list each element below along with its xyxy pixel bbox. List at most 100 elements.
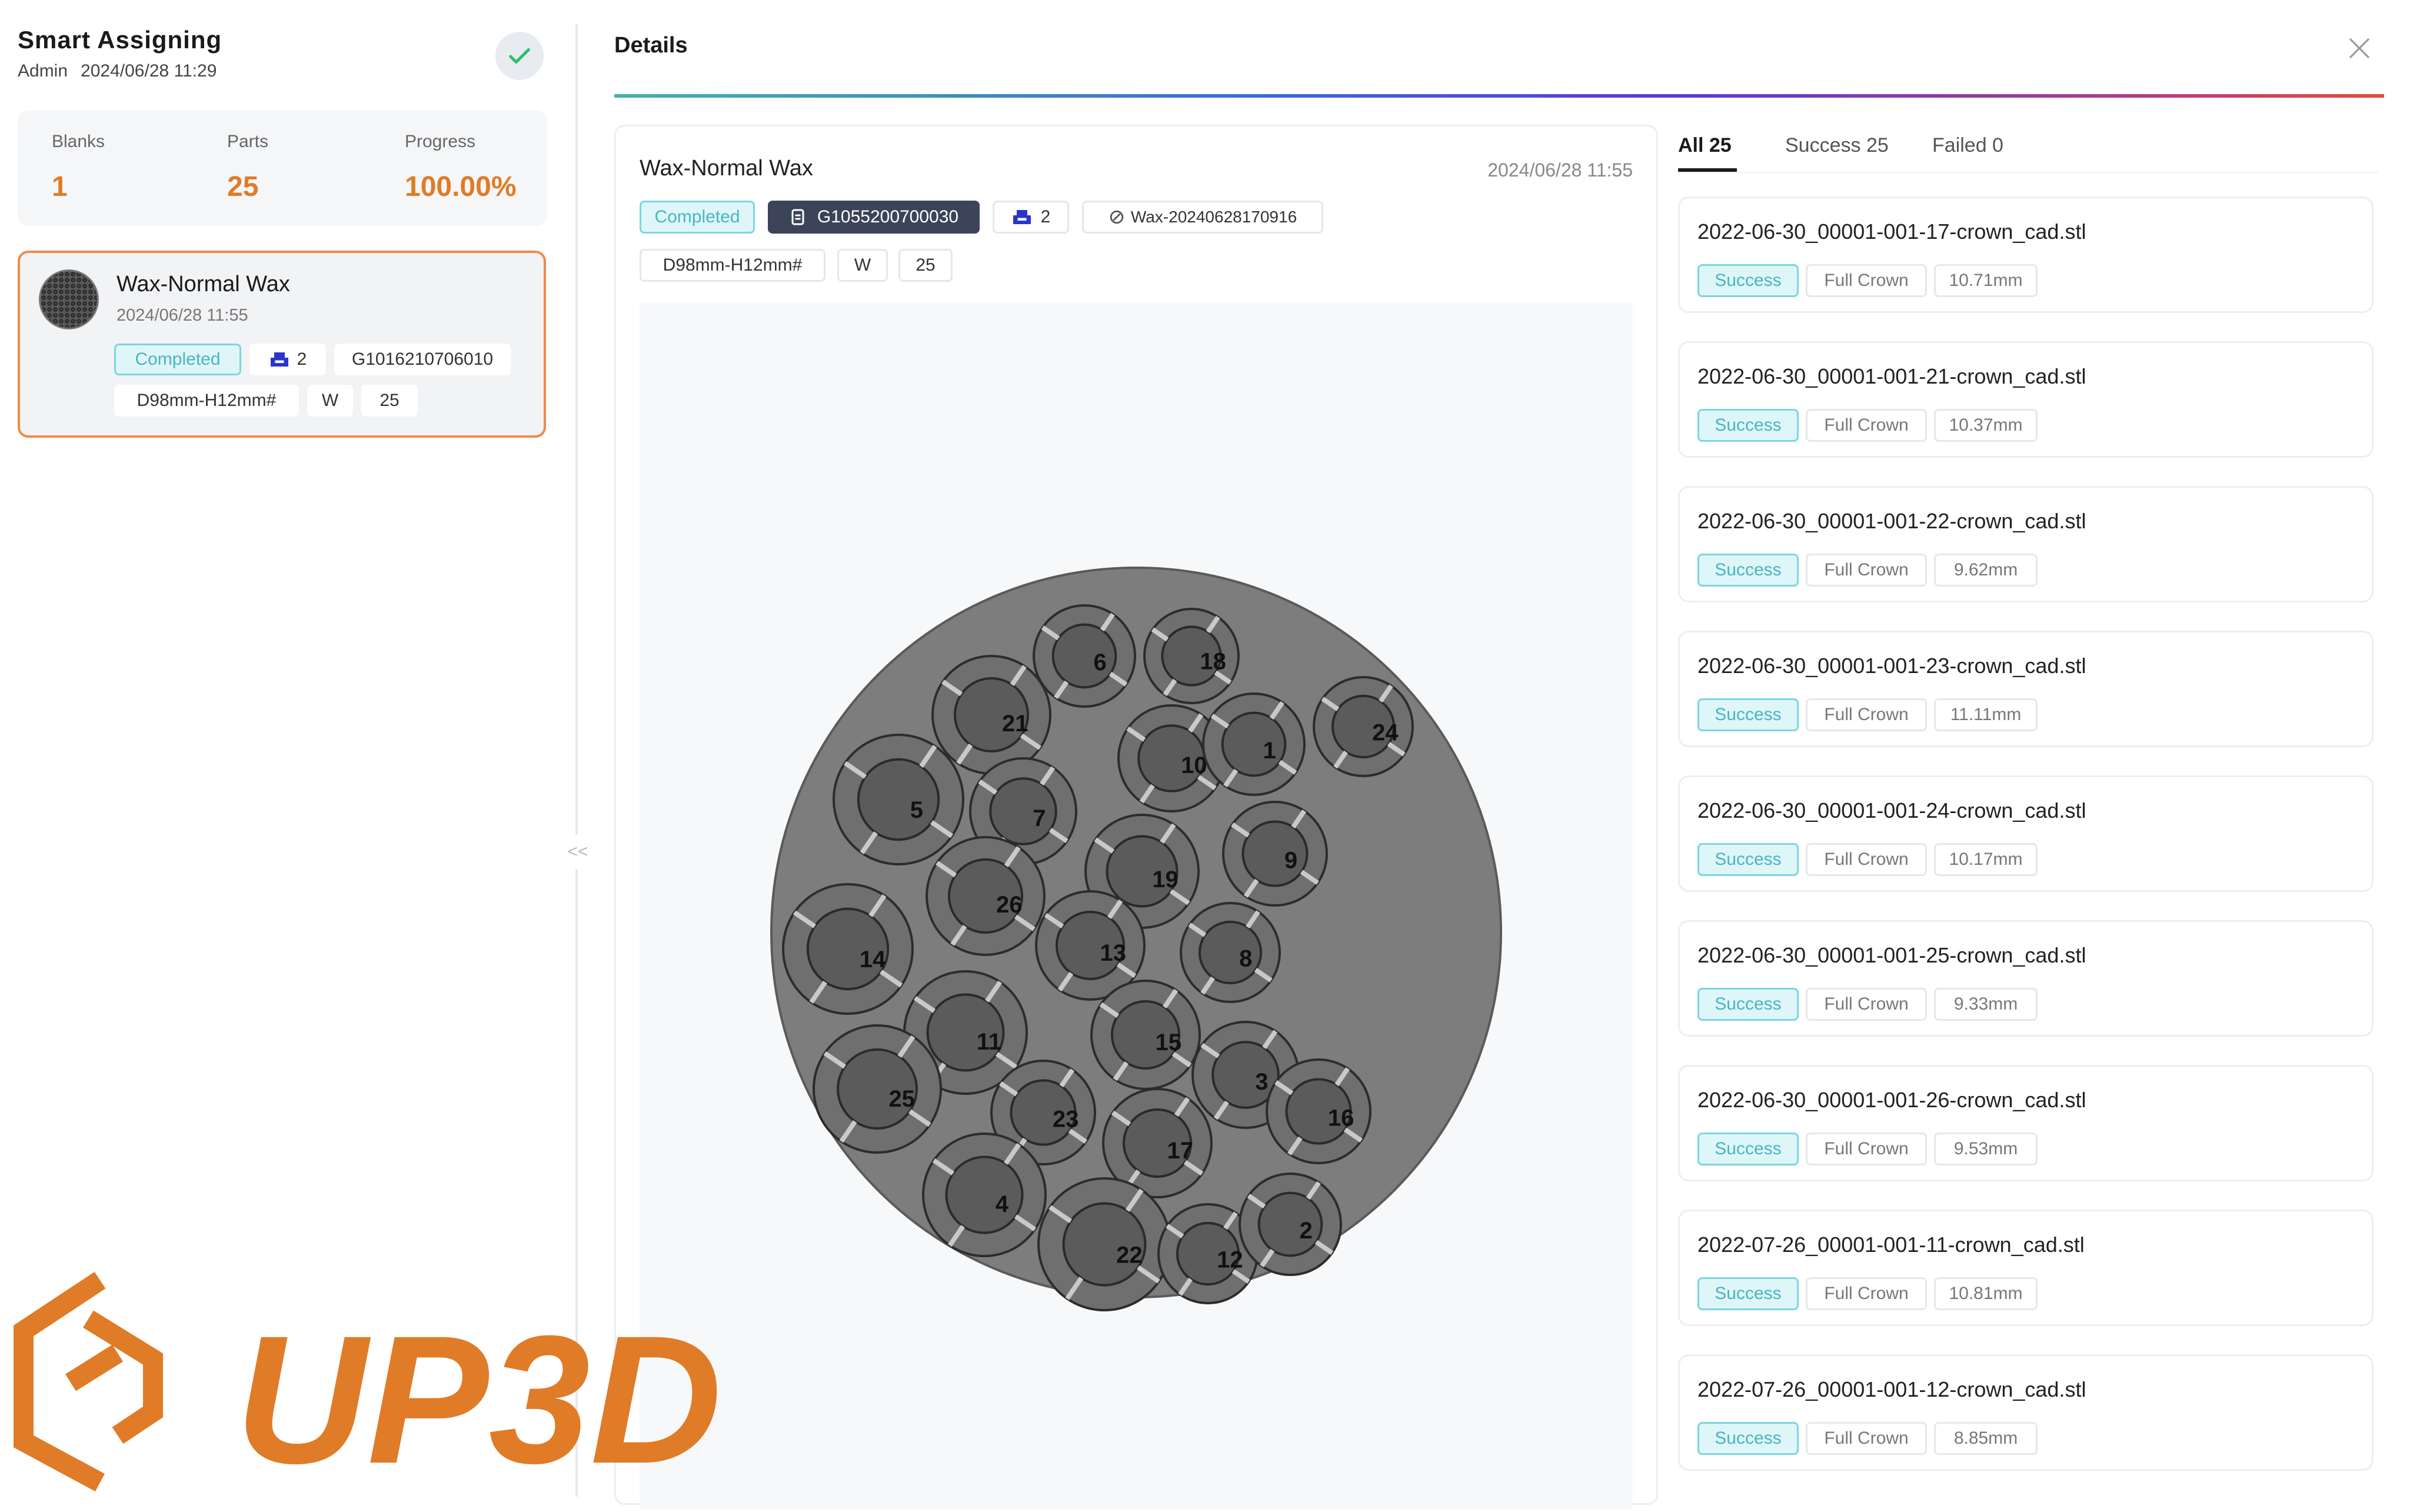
user-name: Admin [18, 61, 68, 81]
blank-size-tag: D98mm-H12mm# [640, 249, 825, 282]
crown-label: 19 [1152, 867, 1179, 892]
file-status-badge: Success [1697, 1277, 1799, 1310]
crown-label: 2 [1299, 1218, 1312, 1244]
file-name: 2022-06-30_00001-001-17-crown_cad.stl [1697, 219, 2086, 244]
crown-part: 4 [922, 1133, 1047, 1257]
file-name: 2022-07-26_00001-001-12-crown_cad.stl [1697, 1377, 2086, 1401]
crown-label: 3 [1255, 1069, 1268, 1095]
crown-label: 23 [1053, 1107, 1079, 1133]
header-gradient-bar [614, 94, 2384, 98]
job-date: 2024/06/28 11:55 [116, 306, 248, 325]
file-card[interactable]: 2022-07-26_00001-001-11-crown_cad.stl Suc… [1678, 1210, 2374, 1326]
crown-label: 18 [1200, 648, 1226, 674]
file-type-tag: Full Crown [1806, 698, 1927, 731]
file-type-tag: Full Crown [1806, 264, 1927, 297]
file-status-badge: Success [1697, 988, 1799, 1021]
crown-part: 26 [926, 836, 1046, 956]
file-status-badge: Success [1697, 698, 1799, 731]
crown-part: 1 [1202, 692, 1306, 796]
crown-part: 18 [1143, 608, 1240, 704]
crown-part: 9 [1222, 801, 1328, 907]
details-title: Details [614, 33, 688, 58]
tab-all[interactable]: All 25 [1678, 134, 1732, 157]
file-card[interactable]: 2022-06-30_00001-001-17-crown_cad.stl Suc… [1678, 197, 2374, 313]
crown-label: 10 [1181, 752, 1207, 778]
file-card[interactable]: 2022-06-30_00001-001-21-crown_cad.stl Suc… [1678, 341, 2374, 458]
complete-status-indicator [495, 32, 544, 80]
blank-count-tag: 2 [993, 201, 1069, 234]
file-size-tag: 10.37mm [1934, 409, 2038, 442]
nesting-preview: 21 6 18 10 1 24 5 7 9 19 26 14 13 8 11 15 23 3 25 16 17 4 22 12… [640, 303, 1633, 1509]
wax-blank-disc: 21 6 18 10 1 24 5 7 9 19 26 14 13 8 11 15 23 3 25 16 17 4 22 12… [770, 567, 1502, 1311]
file-size-tag: 10.71mm [1934, 264, 2038, 297]
crown-label: 9 [1284, 848, 1297, 874]
crown-part: 14 [782, 883, 914, 1015]
file-status-badge: Success [1697, 843, 1799, 876]
collapse-panel-button[interactable]: << [566, 834, 590, 870]
crown-part: 22 [1037, 1177, 1171, 1311]
file-card[interactable]: 2022-06-30_00001-001-25-crown_cad.stl Suc… [1678, 920, 2374, 1037]
blank-thumbnail [39, 269, 99, 329]
file-card[interactable]: 2022-06-30_00001-001-22-crown_cad.stl Suc… [1678, 486, 2374, 602]
crown-part: 16 [1266, 1058, 1372, 1164]
file-name: 2022-06-30_00001-001-26-crown_cad.stl [1697, 1088, 2086, 1112]
stat-parts-label: Parts [227, 132, 269, 151]
crown-part: 24 [1313, 676, 1414, 777]
crown-label: 5 [910, 797, 923, 823]
panel-subtitle: Admin 2024/06/28 11:29 [18, 61, 229, 81]
job-count: 2 [297, 349, 307, 369]
file-name: 2022-06-30_00001-001-23-crown_cad.stl [1697, 654, 2086, 678]
document-icon [791, 209, 804, 225]
close-button[interactable] [2342, 31, 2377, 66]
tabs-divider [1678, 172, 2378, 173]
crown-label: 7 [1033, 805, 1046, 831]
file-status-badge: Success [1697, 554, 1799, 587]
crown-label: 6 [1093, 650, 1106, 675]
file-status-badge: Success [1697, 1133, 1799, 1165]
job-parts-tag: 25 [361, 385, 418, 417]
crown-label: 12 [1217, 1247, 1243, 1273]
blank-name: Wax-Normal Wax [640, 156, 813, 181]
file-size-tag: 10.81mm [1934, 1277, 2038, 1310]
job-count-tag: 2 [249, 344, 326, 375]
crown-part: 2 [1239, 1173, 1342, 1276]
blank-count: 2 [1040, 207, 1051, 227]
crown-label: 14 [860, 947, 886, 973]
file-card[interactable]: 2022-06-30_00001-001-24-crown_cad.stl Suc… [1678, 775, 2374, 892]
file-card[interactable]: 2022-07-26_00001-001-12-crown_cad.stl Suc… [1678, 1354, 2374, 1471]
job-card-selected[interactable]: Wax-Normal Wax 2024/06/28 11:55 Complete… [18, 251, 546, 438]
stat-blanks: Blanks 1 [52, 132, 105, 203]
panel-title: Smart Assigning [18, 26, 222, 54]
stat-progress-label: Progress [405, 132, 476, 151]
logo-text: UP3D [235, 1297, 722, 1497]
blank-code-tag: G1055200700030 [768, 201, 980, 234]
crown-label: 15 [1156, 1030, 1182, 1055]
file-type-tag: Full Crown [1806, 1133, 1927, 1165]
job-name: Wax-Normal Wax [116, 272, 290, 297]
stat-blanks-label: Blanks [52, 132, 105, 151]
file-type-tag: Full Crown [1806, 843, 1927, 876]
file-card[interactable]: 2022-06-30_00001-001-23-crown_cad.stl Suc… [1678, 631, 2374, 747]
tab-failed[interactable]: Failed 0 [1932, 134, 2003, 157]
file-type-tag: Full Crown [1806, 554, 1927, 587]
crown-part: 6 [1033, 604, 1136, 708]
file-size-tag: 9.53mm [1934, 1133, 2038, 1165]
stats-summary: Blanks 1 Parts 25 Progress 100.00% [18, 111, 547, 226]
file-size-tag: 8.85mm [1934, 1422, 2038, 1455]
crown-label: 24 [1372, 720, 1399, 746]
file-status-badge: Success [1697, 409, 1799, 442]
file-card[interactable]: 2022-06-30_00001-001-26-crown_cad.stl Suc… [1678, 1065, 2374, 1181]
crown-label: 1 [1263, 738, 1276, 764]
file-name: 2022-06-30_00001-001-25-crown_cad.stl [1697, 943, 2086, 967]
stat-parts-value: 25 [227, 171, 259, 202]
close-icon [2349, 38, 2370, 59]
tab-success[interactable]: Success 25 [1785, 134, 1889, 157]
crown-label: 16 [1328, 1105, 1354, 1131]
panel-datetime: 2024/06/28 11:29 [81, 61, 217, 81]
crown-part: 5 [833, 734, 964, 865]
job-blank-size-tag: D98mm-H12mm# [114, 385, 299, 417]
crown-part: 15 [1090, 980, 1201, 1090]
link-icon [1110, 210, 1124, 224]
file-type-tag: Full Crown [1806, 1422, 1927, 1455]
file-size-tag: 9.62mm [1934, 554, 2038, 587]
